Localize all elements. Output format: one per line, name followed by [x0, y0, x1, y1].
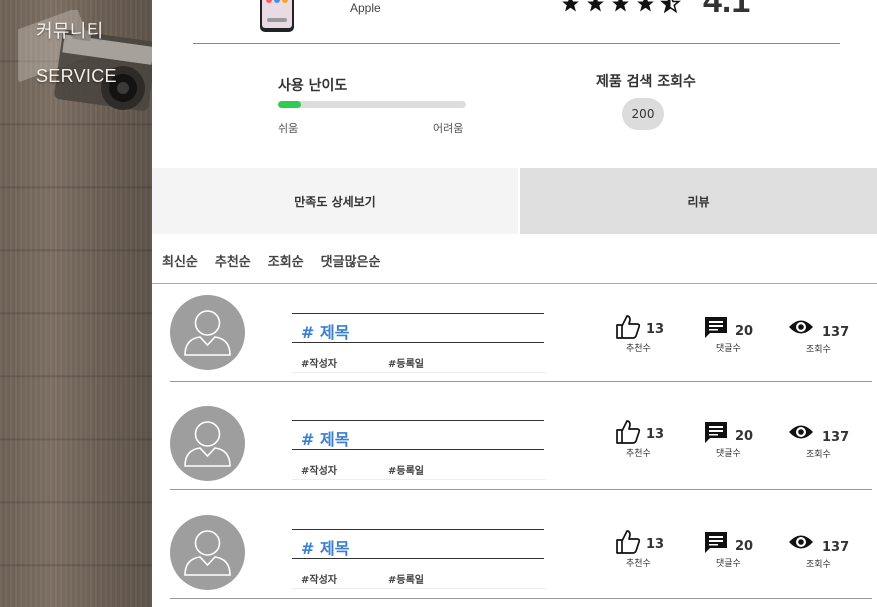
views-count: 137: [822, 540, 850, 555]
likes-count: 13: [646, 427, 665, 442]
views-count: 137: [822, 430, 850, 445]
product-brand: Apple: [350, 1, 381, 15]
difficulty-title: 사용 난이도: [278, 78, 348, 94]
divider: [170, 489, 872, 490]
star-icon: [637, 0, 654, 12]
divider: [152, 283, 877, 284]
difficulty-bar: [278, 101, 466, 108]
likes-stat[interactable]: 13 추천수: [614, 528, 674, 569]
rating-score: 4.1: [703, 0, 751, 20]
eye-icon[interactable]: [788, 315, 814, 339]
sort-most-comments[interactable]: 댓글많은순: [321, 251, 381, 270]
views-count: 137: [822, 325, 850, 340]
review-date: #등록일: [388, 575, 424, 586]
divider: [170, 598, 872, 599]
rating-stars: [560, 0, 681, 14]
eye-icon[interactable]: [788, 420, 814, 444]
review-row[interactable]: # 제목 #작성자 #등록일 13 추천수 20 댓글수 137 조회수: [152, 406, 877, 506]
review-row[interactable]: # 제목 #작성자 #등록일 13 추천수 20 댓글수 137 조회수: [152, 515, 877, 607]
sort-recommended[interactable]: 추천순: [215, 251, 251, 270]
review-title[interactable]: # 제목: [301, 319, 349, 343]
likes-label: 추천수: [626, 449, 651, 459]
review-meta: #작성자 #등록일: [292, 458, 546, 480]
star-icon: [612, 0, 629, 12]
review-title[interactable]: # 제목: [301, 535, 349, 559]
search-views-badge: 200: [622, 98, 664, 130]
sort-latest[interactable]: 최신순: [162, 251, 198, 270]
sidebar: 커뮤니티 SERVICE: [0, 0, 152, 607]
user-avatar-icon: [170, 515, 245, 590]
views-label: 조회수: [806, 450, 831, 460]
views-label: 조회수: [806, 560, 831, 570]
review-title-box[interactable]: # 제목: [292, 313, 544, 343]
tab-review[interactable]: 리뷰: [520, 168, 877, 234]
comment-icon[interactable]: [704, 315, 728, 339]
comment-icon[interactable]: [704, 530, 728, 554]
review-date: #등록일: [388, 359, 424, 370]
star-icon: [562, 0, 579, 12]
review-meta: #작성자 #등록일: [292, 351, 546, 373]
likes-count: 13: [646, 322, 665, 337]
review-meta: #작성자 #등록일: [292, 567, 546, 589]
views-label: 조회수: [806, 345, 831, 355]
user-avatar-icon: [170, 406, 245, 481]
review-date: #등록일: [388, 466, 424, 477]
difficulty-bar-fill: [278, 101, 301, 108]
review-title[interactable]: # 제목: [301, 426, 349, 450]
sidebar-item-service[interactable]: SERVICE: [36, 66, 117, 87]
views-stat[interactable]: 137 조회수: [788, 420, 850, 460]
comments-label: 댓글수: [716, 449, 741, 459]
star-icon: [587, 0, 604, 12]
likes-count: 13: [646, 537, 665, 552]
likes-label: 추천수: [626, 344, 651, 354]
comments-label: 댓글수: [716, 344, 741, 354]
difficulty-hard-label: 어려움: [433, 122, 464, 135]
user-avatar-icon: [170, 295, 245, 370]
comments-count: 20: [735, 539, 754, 554]
comments-count: 20: [735, 429, 754, 444]
review-row[interactable]: # 제목 #작성자 #등록일 13 추천수 20 댓글수 137 조회수: [152, 295, 877, 395]
review-author: #작성자: [301, 359, 337, 370]
star-half-icon: [660, 0, 681, 14]
comments-stat[interactable]: 20 댓글수: [704, 420, 764, 460]
divider: [170, 381, 872, 382]
comments-stat[interactable]: 20 댓글수: [704, 530, 764, 570]
review-title-box[interactable]: # 제목: [292, 529, 544, 559]
divider: [193, 43, 840, 44]
views-stat[interactable]: 137 조회수: [788, 530, 850, 570]
thumbs-up-icon[interactable]: [614, 313, 642, 341]
views-stat[interactable]: 137 조회수: [788, 315, 850, 355]
comments-count: 20: [735, 324, 754, 339]
tab-satisfaction-detail[interactable]: 만족도 상세보기: [152, 168, 518, 234]
eye-icon[interactable]: [788, 530, 814, 554]
thumbs-up-icon[interactable]: [614, 418, 642, 446]
review-author: #작성자: [301, 575, 337, 586]
search-views-title: 제품 검색 조회수: [596, 74, 696, 90]
review-author: #작성자: [301, 466, 337, 477]
thumbs-up-icon[interactable]: [614, 528, 642, 556]
comments-stat[interactable]: 20 댓글수: [704, 315, 764, 355]
sort-bar: 최신순 추천순 조회순 댓글많은순: [162, 251, 380, 270]
likes-label: 추천수: [626, 559, 651, 569]
comments-label: 댓글수: [716, 559, 741, 569]
likes-stat[interactable]: 13 추천수: [614, 313, 674, 354]
likes-stat[interactable]: 13 추천수: [614, 418, 674, 459]
comment-icon[interactable]: [704, 420, 728, 444]
sidebar-item-community[interactable]: 커뮤니티: [36, 17, 103, 43]
sort-views[interactable]: 조회순: [268, 251, 304, 270]
review-title-box[interactable]: # 제목: [292, 420, 544, 450]
difficulty-easy-label: 쉬움: [278, 122, 299, 135]
product-image: [260, 0, 294, 32]
